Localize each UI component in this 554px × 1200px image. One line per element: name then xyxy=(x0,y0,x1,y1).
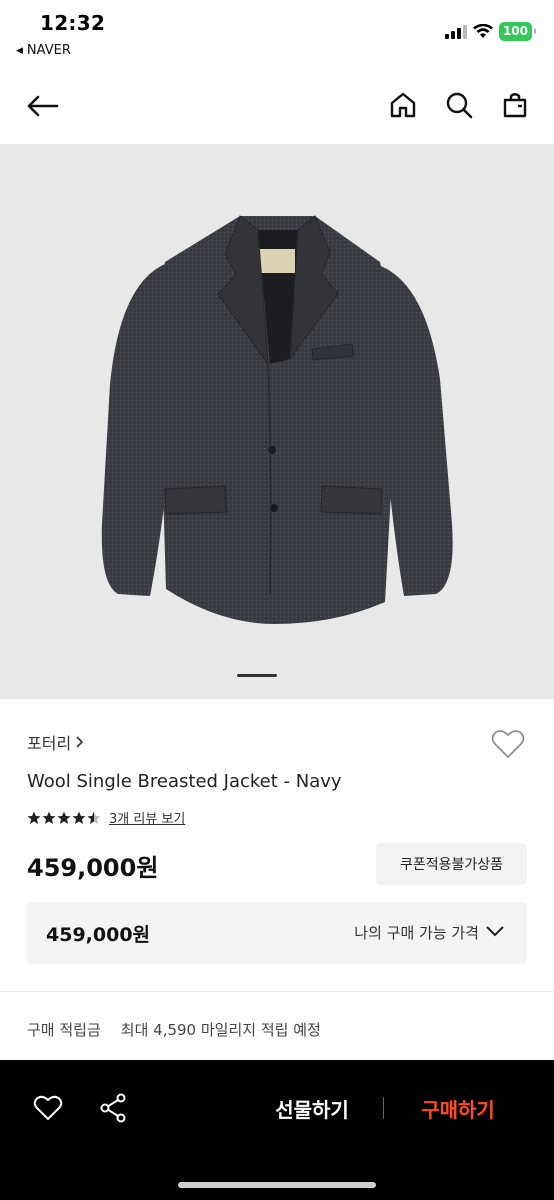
chevron-right-icon xyxy=(76,736,84,748)
star-icon xyxy=(72,811,86,824)
jacket-image xyxy=(101,215,453,624)
back-arrow-icon xyxy=(27,95,59,117)
battery-icon: 100 xyxy=(498,22,537,41)
star-icon xyxy=(27,811,41,824)
search-button[interactable] xyxy=(440,86,478,124)
app-header xyxy=(0,66,554,144)
rating-row: 3개 리뷰 보기 xyxy=(27,808,185,827)
back-triangle-icon: ◀ xyxy=(16,45,23,56)
points-label: 구매 적립금 xyxy=(27,1021,101,1039)
share-button[interactable] xyxy=(96,1090,130,1126)
my-price-label: 나의 구매 가능 가격 xyxy=(354,924,479,942)
chevron-down-icon xyxy=(486,926,504,937)
status-time: 12:32 xyxy=(40,11,106,35)
search-icon xyxy=(446,92,473,119)
my-price-dropdown[interactable]: 459,000원 나의 구매 가능 가격 xyxy=(27,902,527,964)
status-indicators: 100 xyxy=(444,22,537,41)
buy-button[interactable]: 구매하기 xyxy=(404,1090,512,1126)
home-button[interactable] xyxy=(384,86,422,124)
home-icon xyxy=(390,92,416,118)
back-button[interactable] xyxy=(22,86,62,126)
my-price-value: 459,000원 xyxy=(46,924,151,946)
brand-name: 포터리 xyxy=(27,734,72,753)
bottom-wishlist-button[interactable] xyxy=(30,1090,66,1126)
brand-link[interactable]: 포터리 xyxy=(27,730,85,754)
back-app-label: NAVER xyxy=(26,43,71,58)
carousel-indicator xyxy=(237,674,277,677)
product-image[interactable] xyxy=(0,144,554,699)
rating-stars xyxy=(27,811,101,825)
half-star-icon xyxy=(87,811,101,824)
home-indicator[interactable] xyxy=(178,1182,376,1188)
product-price: 459,000원 xyxy=(27,854,159,882)
back-to-app-link[interactable]: ◀ NAVER xyxy=(16,43,71,58)
star-icon xyxy=(57,811,71,824)
heart-outline-icon xyxy=(491,730,525,758)
star-icon xyxy=(42,811,56,824)
status-bar: 12:32 ◀ NAVER 100 xyxy=(0,0,554,66)
points-row: 구매 적립금 최대 4,590 마일리지 적립 예정 xyxy=(27,1019,321,1040)
wishlist-button[interactable] xyxy=(489,726,527,762)
bottom-bar-separator xyxy=(383,1097,384,1119)
shopping-bag-icon xyxy=(503,93,527,118)
wifi-icon xyxy=(472,24,493,38)
signal-icon xyxy=(444,24,467,39)
coupon-badge: 쿠폰적용불가상품 xyxy=(376,843,527,885)
review-link[interactable]: 3개 리뷰 보기 xyxy=(109,808,185,827)
share-icon xyxy=(100,1093,126,1123)
bottom-action-bar: 선물하기 구매하기 xyxy=(0,1060,554,1200)
points-value: 최대 4,590 마일리지 적립 예정 xyxy=(120,1021,321,1039)
gift-button[interactable]: 선물하기 xyxy=(260,1090,364,1126)
heart-icon xyxy=(33,1095,63,1120)
product-title: Wool Single Breasted Jacket - Navy xyxy=(27,771,342,792)
section-divider xyxy=(0,991,554,992)
cart-button[interactable] xyxy=(496,86,534,124)
